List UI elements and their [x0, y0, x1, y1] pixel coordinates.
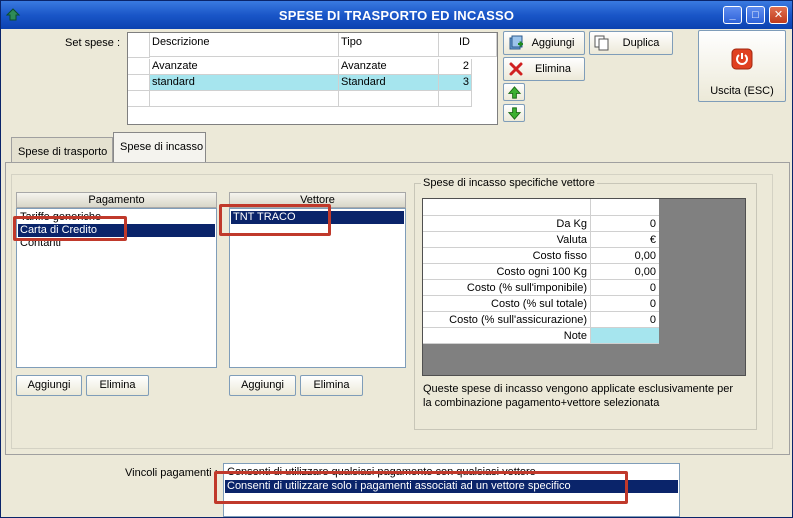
duplicate-icon [594, 35, 609, 51]
info-text-line1: Queste spese di incasso vengono applicat… [423, 383, 734, 395]
set-spese-label: Set spese : [65, 37, 121, 49]
cell-id[interactable]: 3 [439, 75, 472, 91]
cell-empty[interactable] [339, 91, 439, 107]
add-set-label: Aggiungi [531, 37, 575, 49]
arrow-up-icon [507, 86, 522, 99]
set-spese-grid[interactable]: Descrizione Tipo ID Avanzate Avanzate 2 … [127, 32, 498, 125]
field-value[interactable]: 0,00 [591, 264, 659, 280]
field-label: Valuta [423, 232, 591, 248]
close-button[interactable]: ✕ [769, 6, 788, 24]
cell-id[interactable]: 2 [439, 59, 472, 75]
field-value[interactable]: 0,00 [591, 248, 659, 264]
field-value[interactable]: € [591, 232, 659, 248]
field-label: Costo (% sull'imponibile) [423, 280, 591, 296]
row-header[interactable] [128, 59, 150, 75]
field-label: Note [423, 328, 591, 344]
vincoli-label: Vincoli pagamenti : [125, 467, 218, 479]
exit-label: Uscita (ESC) [710, 85, 774, 97]
grid-corner [423, 199, 591, 216]
info-text-line2: la combinazione pagamento+vettore selezi… [423, 397, 660, 409]
move-down-button[interactable] [503, 104, 525, 122]
cell-empty[interactable] [439, 91, 472, 107]
add-vettore-button[interactable]: Aggiungi [229, 375, 296, 396]
duplicate-set-label: Duplica [622, 37, 660, 49]
power-icon [731, 48, 753, 70]
cell-descrizione[interactable]: Avanzate [150, 59, 339, 75]
annotation-box [219, 204, 331, 236]
grid-header [591, 199, 659, 216]
delete-set-label: Elimina [534, 63, 572, 75]
field-label: Costo (% sul totale) [423, 296, 591, 312]
main-window: SPESE DI TRASPORTO ED INCASSO _ □ ✕ Set … [0, 0, 793, 518]
delete-vettore-button[interactable]: Elimina [300, 375, 363, 396]
column-tipo[interactable]: Tipo [339, 33, 439, 57]
cell-tipo[interactable]: Avanzate [339, 59, 439, 75]
tab-spese-incasso[interactable]: Spese di incasso [113, 132, 206, 163]
annotation-box [214, 471, 628, 504]
maximize-button[interactable]: □ [746, 6, 765, 24]
cell-empty[interactable] [150, 91, 339, 107]
field-label: Da Kg [423, 216, 591, 232]
spese-incasso-title: Spese di incasso specifiche vettore [421, 177, 597, 189]
grid-corner [128, 33, 150, 58]
title-bar[interactable]: SPESE DI TRASPORTO ED INCASSO _ □ ✕ [1, 1, 792, 29]
field-value[interactable]: 0 [591, 280, 659, 296]
minimize-button[interactable]: _ [723, 6, 742, 24]
exit-button[interactable]: Uscita (ESC) [698, 30, 786, 102]
pagamento-header[interactable]: Pagamento [16, 192, 217, 208]
duplicate-set-button[interactable]: Duplica [589, 31, 673, 55]
delete-icon [509, 62, 523, 76]
column-id[interactable]: ID [439, 33, 497, 57]
add-set-button[interactable]: Aggiungi [503, 31, 585, 55]
annotation-box [13, 216, 127, 241]
field-value[interactable]: 0 [591, 312, 659, 328]
add-pagamento-button[interactable]: Aggiungi [16, 375, 82, 396]
field-label: Costo ogni 100 Kg [423, 264, 591, 280]
field-label: Costo fisso [423, 248, 591, 264]
field-label: Costo (% sull'assicurazione) [423, 312, 591, 328]
spese-incasso-grid[interactable]: Da Kg 0 Valuta € Costo fisso 0,00 Costo … [422, 198, 746, 376]
add-icon [509, 35, 523, 50]
cell-tipo[interactable]: Standard [339, 75, 439, 91]
field-value[interactable] [591, 328, 659, 344]
tab-spese-trasporto[interactable]: Spese di trasporto [11, 137, 113, 163]
row-header[interactable] [128, 91, 150, 107]
move-up-button[interactable] [503, 83, 525, 101]
delete-set-button[interactable]: Elimina [503, 57, 585, 81]
delete-pagamento-button[interactable]: Elimina [86, 375, 149, 396]
field-value[interactable]: 0 [591, 296, 659, 312]
window-title: SPESE DI TRASPORTO ED INCASSO [278, 8, 515, 23]
cell-descrizione[interactable]: standard [150, 75, 339, 91]
field-value[interactable]: 0 [591, 216, 659, 232]
arrow-down-icon [507, 107, 522, 120]
row-header[interactable] [128, 75, 150, 91]
column-descrizione[interactable]: Descrizione [150, 33, 339, 57]
